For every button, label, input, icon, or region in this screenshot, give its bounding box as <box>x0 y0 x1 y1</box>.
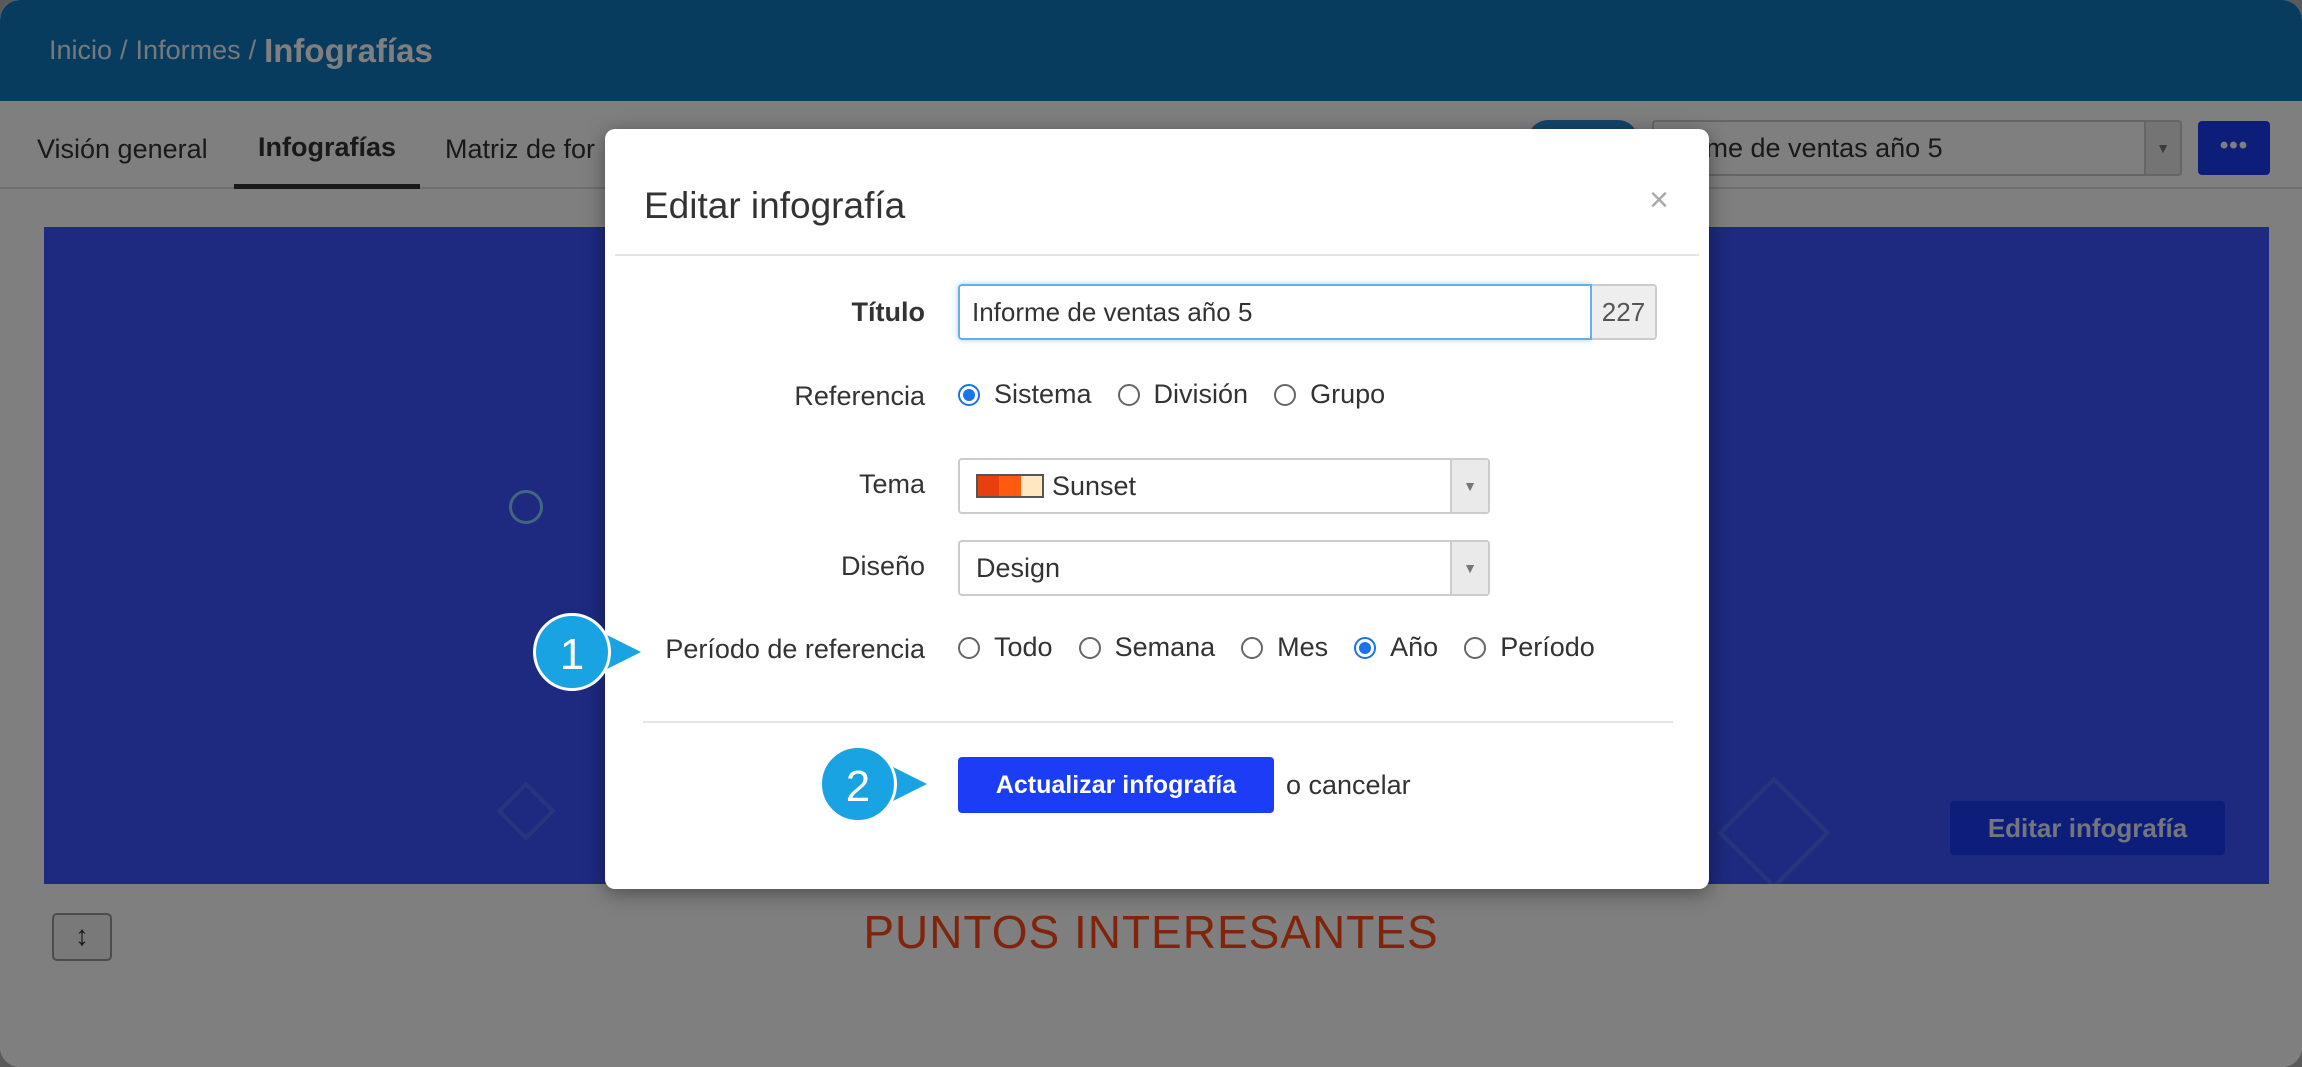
close-icon[interactable]: × <box>1649 181 1669 220</box>
radio-label: Mes <box>1277 632 1329 662</box>
chevron-down-icon: ▼ <box>1450 460 1488 512</box>
radio-selected-icon[interactable] <box>958 383 980 406</box>
radio-division[interactable]: División <box>1117 379 1249 410</box>
callout-number: 1 <box>533 613 611 691</box>
edit-infographic-modal: Editar infografía × Título Informe de ve… <box>605 129 1709 889</box>
radio-semana[interactable]: Semana <box>1078 632 1216 663</box>
radio-sistema[interactable]: Sistema <box>958 379 1092 410</box>
divider <box>643 721 1673 723</box>
theme-value: Sunset <box>1052 471 1137 501</box>
radio-label: Semana <box>1114 632 1216 662</box>
color-swatch-icon <box>976 474 1044 498</box>
design-value: Design <box>976 553 1061 583</box>
chevron-down-icon: ▼ <box>1450 542 1488 594</box>
radio-ano[interactable]: Año <box>1354 632 1438 663</box>
radio-todo[interactable]: Todo <box>958 632 1053 663</box>
callout-number: 2 <box>819 745 897 823</box>
radio-label: Año <box>1390 632 1439 662</box>
divider <box>615 254 1699 256</box>
period-radio-group: Todo Semana Mes Año Período <box>958 632 1621 663</box>
radio-icon[interactable] <box>1274 383 1297 406</box>
radio-label: Sistema <box>994 379 1092 409</box>
character-counter: 227 <box>1592 284 1657 340</box>
reference-label: Referencia <box>794 381 925 411</box>
theme-label: Tema <box>858 469 925 499</box>
radio-icon[interactable] <box>958 636 980 659</box>
radio-label: División <box>1153 379 1249 409</box>
radio-icon[interactable] <box>1117 383 1140 406</box>
update-infographic-button[interactable]: Actualizar infografía <box>958 757 1274 813</box>
design-select[interactable]: Design ▼ <box>958 540 1490 596</box>
cancel-link[interactable]: o cancelar <box>1286 757 1411 813</box>
period-label: Período de referencia <box>665 634 925 664</box>
radio-label: Período <box>1500 632 1595 662</box>
callout-badge-1: 1 <box>533 613 641 691</box>
radio-icon[interactable] <box>1078 636 1101 659</box>
title-input[interactable]: Informe de ventas año 5 <box>958 284 1592 340</box>
radio-label: Grupo <box>1310 379 1386 409</box>
radio-mes[interactable]: Mes <box>1241 632 1328 663</box>
radio-selected-icon[interactable] <box>1354 636 1377 659</box>
callout-badge-2: 2 <box>819 745 927 823</box>
reference-radio-group: Sistema División Grupo <box>958 379 1411 410</box>
radio-label: Todo <box>994 632 1053 662</box>
radio-icon[interactable] <box>1464 636 1487 659</box>
design-label: Diseño <box>840 551 925 581</box>
theme-select[interactable]: Sunset ▼ <box>958 458 1490 514</box>
radio-icon[interactable] <box>1241 636 1264 659</box>
title-label: Título <box>851 297 925 327</box>
radio-periodo[interactable]: Período <box>1464 632 1595 663</box>
radio-grupo[interactable]: Grupo <box>1274 379 1385 410</box>
app-window: Inicio / Informes / Infografías Visión g… <box>0 0 2302 1067</box>
modal-title: Editar infografía <box>644 185 906 226</box>
